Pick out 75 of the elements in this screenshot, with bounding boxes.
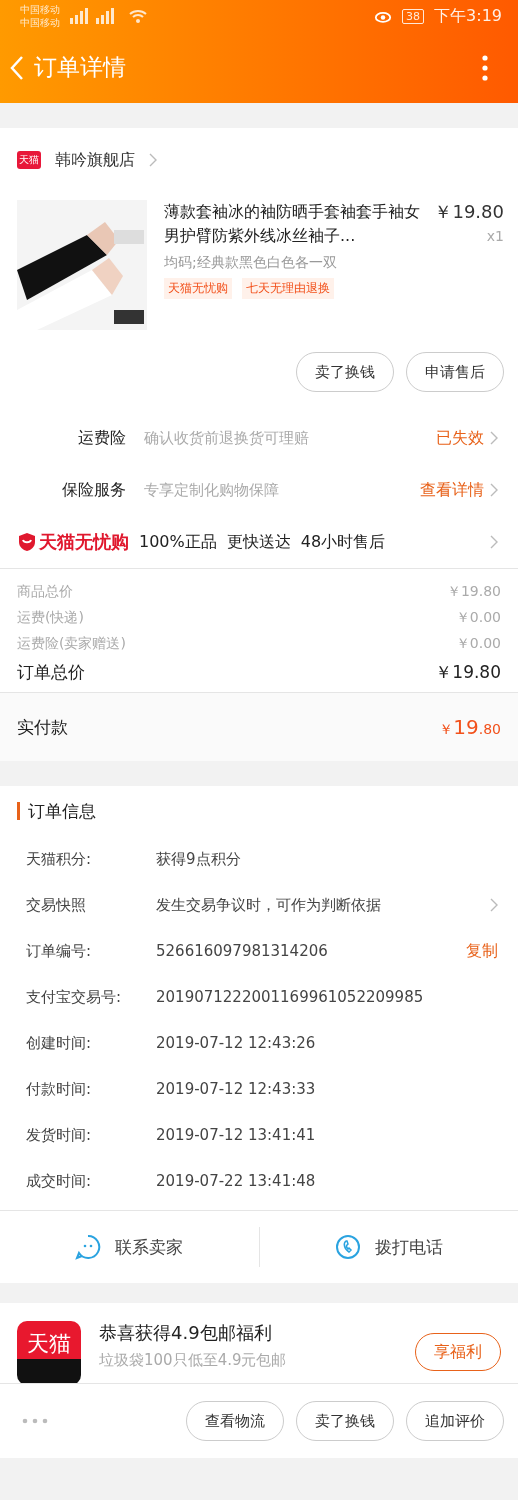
paid-amount: ￥19.80 bbox=[439, 715, 501, 739]
copy-link[interactable]: 复制 bbox=[466, 940, 498, 962]
chevron-icon bbox=[490, 483, 498, 497]
info-label: 支付宝交易号: bbox=[26, 987, 123, 1007]
info-value: 获得9点积分 bbox=[156, 849, 242, 869]
promo-subtitle: 垃圾袋100只低至4.9元包邮 bbox=[99, 1351, 288, 1370]
action-button[interactable]: 查看物流 bbox=[186, 1401, 284, 1441]
eye-icon bbox=[374, 9, 393, 23]
info-label: 发货时间: bbox=[26, 1125, 93, 1145]
status-time: 下午3:19 bbox=[434, 5, 502, 27]
service-link[interactable]: 已失效 bbox=[319, 427, 490, 449]
info-label: 订单编号: bbox=[26, 941, 93, 961]
product-price: ￥19.80 bbox=[434, 200, 504, 224]
price-label: 商品总价 bbox=[17, 583, 73, 601]
info-value: 526616097981314206 bbox=[156, 942, 329, 960]
chevron-icon bbox=[490, 431, 498, 445]
product-title[interactable]: 薄款套袖冰的袖防晒手套袖套手袖女男护臂防紫外线冰丝袖子... bbox=[164, 200, 429, 248]
guarantee-point: 100%正品 bbox=[139, 531, 217, 553]
carrier-name: 中国移动 bbox=[20, 3, 60, 16]
info-value: 2019071222001169961052209985 bbox=[156, 988, 425, 1006]
service-description: 确认收货前退换货可理赔 bbox=[144, 428, 310, 449]
back-icon[interactable] bbox=[10, 54, 24, 81]
guarantee-brand: 天猫无忧购 bbox=[39, 530, 129, 554]
price-label: 订单总价 bbox=[17, 661, 85, 684]
service-link[interactable]: 查看详情 bbox=[319, 479, 490, 501]
wifi-icon bbox=[128, 8, 148, 24]
action-button[interactable]: 追加评价 bbox=[406, 1401, 504, 1441]
battery-level: 38 bbox=[402, 8, 425, 24]
service-label: 运费险 bbox=[77, 427, 127, 449]
info-value: 发生交易争议时，可作为判断依据 bbox=[156, 895, 382, 915]
contact-button[interactable]: 拨打电话 bbox=[259, 1233, 518, 1261]
chat-icon bbox=[75, 1234, 102, 1260]
action-button[interactable]: 申请售后 bbox=[406, 352, 504, 392]
price-value: ￥0.00 bbox=[455, 635, 501, 653]
phone-icon bbox=[334, 1234, 361, 1260]
info-value: 2019-07-22 13:41:48 bbox=[156, 1172, 317, 1190]
guarantee-point: 48小时售后 bbox=[300, 531, 386, 553]
page-title: 订单详情 bbox=[34, 53, 126, 82]
more-icon[interactable] bbox=[22, 1418, 48, 1424]
price-label: 运费险(卖家赠送) bbox=[17, 635, 126, 653]
sku-text: 均码;经典款黑色白色各一双 bbox=[164, 254, 338, 272]
action-button[interactable]: 卖了换钱 bbox=[296, 1401, 394, 1441]
info-label: 创建时间: bbox=[26, 1033, 93, 1053]
info-label: 天猫积分: bbox=[26, 849, 93, 869]
app-logo: 天猫 bbox=[17, 1321, 81, 1383]
info-value: 2019-07-12 12:43:33 bbox=[156, 1080, 317, 1098]
store-badge: 天猫 bbox=[17, 151, 41, 169]
chevron-icon[interactable] bbox=[490, 535, 498, 549]
promo-title: 恭喜获得4.9包邮福利 bbox=[99, 1321, 273, 1345]
chevron-icon bbox=[149, 153, 157, 167]
guarantee-point: 更快送达 bbox=[226, 531, 291, 553]
chevron-icon[interactable] bbox=[490, 898, 498, 912]
info-label: 成交时间: bbox=[26, 1171, 93, 1191]
quantity: x1 bbox=[486, 228, 504, 244]
more-icon[interactable] bbox=[482, 54, 488, 81]
contact-button[interactable]: 联系卖家 bbox=[0, 1233, 259, 1261]
service-label: 保险服务 bbox=[61, 479, 127, 501]
price-label: 运费(快递) bbox=[17, 609, 84, 627]
action-button[interactable]: 卖了换钱 bbox=[296, 352, 394, 392]
info-label: 交易快照 bbox=[26, 895, 87, 915]
info-value: 2019-07-12 13:41:41 bbox=[156, 1126, 317, 1144]
info-label: 付款时间: bbox=[26, 1079, 93, 1099]
price-value: ￥19.80 bbox=[446, 583, 501, 601]
info-value: 2019-07-12 12:43:26 bbox=[156, 1034, 317, 1052]
service-tag: 七天无理由退换 bbox=[242, 278, 334, 299]
price-value: ￥0.00 bbox=[455, 609, 501, 627]
paid-label: 实付款 bbox=[17, 715, 68, 739]
shield-icon bbox=[17, 532, 37, 552]
carrier-name: 中国移动 bbox=[20, 16, 60, 29]
service-description: 专享定制化购物保障 bbox=[144, 480, 280, 501]
store-name[interactable]: 韩吟旗舰店 bbox=[55, 149, 135, 171]
section-title: 订单信息 bbox=[28, 799, 96, 823]
benefit-button[interactable]: 享福利 bbox=[415, 1333, 501, 1371]
price-value: ￥19.80 bbox=[435, 661, 501, 684]
service-tag: 天猫无忧购 bbox=[164, 278, 232, 299]
